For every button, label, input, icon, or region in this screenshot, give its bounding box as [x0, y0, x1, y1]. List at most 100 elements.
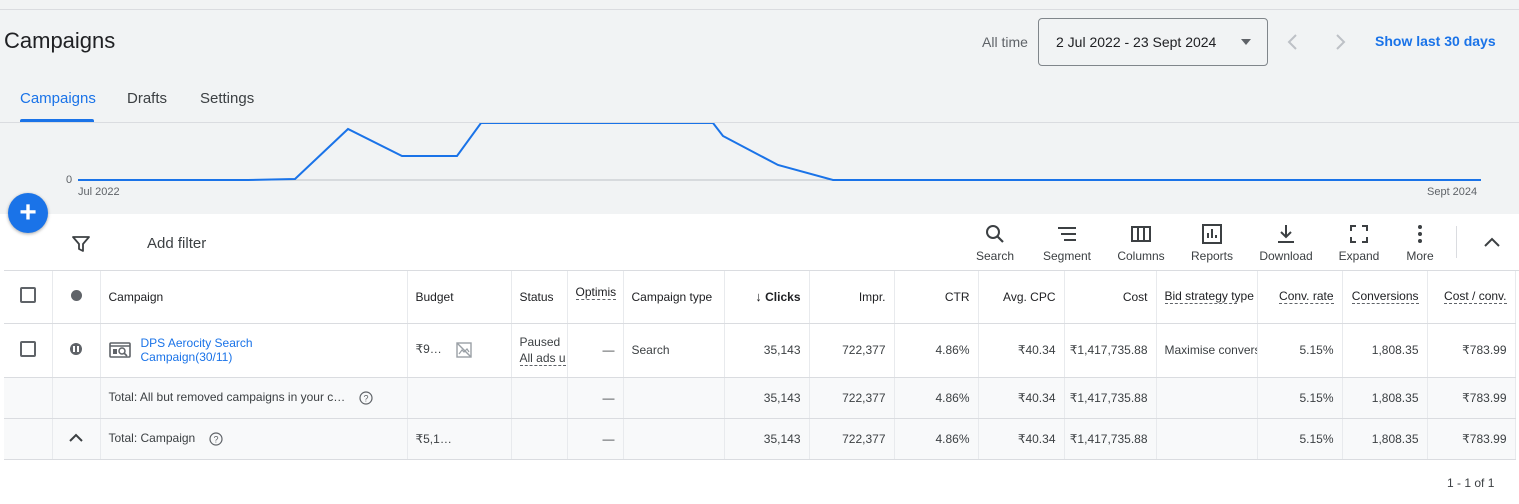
total-all-label-cell: Total: All but removed campaigns in your…	[100, 377, 408, 419]
download-tool-button[interactable]: Download	[1254, 222, 1318, 263]
empty-cell	[511, 377, 568, 419]
search-tool-button[interactable]: Search	[963, 222, 1027, 263]
segment-tool-button[interactable]: Segment	[1035, 222, 1099, 263]
total-all-row: Total: All but removed campaigns in your…	[4, 377, 1516, 419]
show-last-30-days-link[interactable]: Show last 30 days	[1375, 33, 1496, 49]
reports-tool-label: Reports	[1190, 249, 1234, 263]
more-vert-icon	[1418, 225, 1422, 243]
avg-cpc-cell: ₹40.34	[978, 323, 1065, 378]
select-all-checkbox[interactable]	[19, 287, 36, 304]
help-icon[interactable]: ?	[359, 391, 373, 405]
column-header-conv-rate[interactable]: Conv. rate	[1257, 271, 1343, 324]
reports-tool-button[interactable]: Reports	[1180, 222, 1244, 263]
column-header-cost[interactable]: Cost	[1064, 271, 1157, 324]
more-tool-button[interactable]: More	[1388, 222, 1452, 263]
help-icon[interactable]: ?	[208, 432, 223, 446]
ctr-cell: 4.86%	[894, 323, 979, 378]
column-header-avg-cpc[interactable]: Avg. CPC	[978, 271, 1065, 324]
previous-period-button[interactable]	[1283, 30, 1303, 54]
chevron-left-icon	[1287, 34, 1297, 50]
column-header-clicks[interactable]: ↓ Clicks	[724, 271, 810, 324]
status-cell[interactable]: Paused All ads u	[511, 323, 568, 378]
conversions-header-label: Conversions	[1351, 289, 1419, 305]
search-icon	[986, 225, 1004, 243]
table-header-row: Campaign Budget Status Optimis Campaign …	[4, 271, 1516, 324]
total-campaign-row: Total: Campaign ? ₹5,1… — 35,143 722,377…	[4, 418, 1516, 460]
status-paused-label: Paused	[519, 335, 561, 349]
performance-chart: 0 Jul 2022 Sept 2024	[0, 123, 1519, 214]
conv-rate-header-label: Conv. rate	[1279, 289, 1334, 305]
campaign-name-link[interactable]: DPS Aerocity Search Campaign(30/11)	[141, 336, 281, 364]
column-header-optimisation[interactable]: Optimis	[567, 271, 624, 324]
total-all-optimisation: —	[567, 377, 624, 419]
expand-tool-label: Expand	[1338, 249, 1380, 263]
expand-tool-button[interactable]: Expand	[1327, 222, 1391, 263]
total-all-clicks: 35,143	[724, 377, 810, 419]
impr-cell: 722,377	[809, 323, 895, 378]
column-header-budget[interactable]: Budget	[407, 271, 512, 324]
pagination-info: 1 - 1 of 1	[1447, 476, 1495, 490]
conv-rate-cell: 5.15%	[1257, 323, 1343, 378]
more-tool-label: More	[1406, 249, 1434, 263]
total-campaign-ctr: 4.86%	[894, 418, 979, 460]
tab-campaigns[interactable]: Campaigns	[20, 90, 96, 107]
top-divider	[0, 9, 1519, 10]
total-campaign-impr: 722,377	[809, 418, 895, 460]
empty-cell	[4, 377, 53, 419]
svg-text:?: ?	[363, 393, 368, 403]
tab-settings[interactable]: Settings	[200, 90, 254, 107]
column-header-conversions[interactable]: Conversions	[1342, 271, 1428, 324]
chart-svg	[78, 123, 1481, 181]
status-filter-icon[interactable]	[70, 289, 82, 301]
empty-cell	[1156, 418, 1258, 460]
total-campaign-conversions: 1,808.35	[1342, 418, 1428, 460]
collapse-chart-button[interactable]	[1482, 234, 1502, 255]
column-header-impr[interactable]: Impr.	[809, 271, 895, 324]
row-select-cell	[4, 323, 53, 378]
download-tool-label: Download	[1259, 249, 1313, 263]
empty-cell	[623, 418, 725, 460]
filter-icon[interactable]	[72, 235, 90, 258]
column-header-status[interactable]: Status	[511, 271, 568, 324]
reports-icon	[1202, 224, 1222, 244]
optimisation-header-label: Optimis	[575, 285, 617, 300]
expand-icon	[1350, 225, 1368, 243]
chevron-up-icon[interactable]	[67, 431, 85, 443]
total-all-avg-cpc: ₹40.34	[978, 377, 1065, 419]
empty-cell	[511, 418, 568, 460]
paused-status-icon[interactable]	[70, 342, 82, 355]
column-header-cost-per-conv[interactable]: Cost / conv.	[1427, 271, 1516, 324]
column-header-campaign-type[interactable]: Campaign type	[623, 271, 725, 324]
total-campaign-clicks: 35,143	[724, 418, 810, 460]
total-campaign-cost-per-conv: ₹783.99	[1427, 418, 1516, 460]
empty-cell	[407, 377, 512, 419]
empty-cell	[1156, 377, 1258, 419]
row-status-cell	[52, 323, 101, 378]
add-filter-button[interactable]: Add filter	[147, 235, 206, 252]
y-axis-tick-zero: 0	[66, 174, 73, 186]
column-header-campaign[interactable]: Campaign	[100, 271, 408, 324]
budget-cell: ₹9…	[407, 323, 512, 378]
column-header-bid-strategy[interactable]: Bid strategy type	[1156, 271, 1258, 324]
next-period-button[interactable]	[1330, 30, 1350, 54]
date-range-picker[interactable]: 2 Jul 2022 - 23 Sept 2024	[1038, 18, 1268, 66]
campaign-name-cell: DPS Aerocity Search Campaign(30/11)	[100, 323, 408, 378]
budget-limited-icon[interactable]	[455, 341, 473, 359]
cost-per-conv-cell: ₹783.99	[1427, 323, 1516, 378]
create-campaign-button[interactable]: +	[8, 193, 48, 233]
columns-tool-label: Columns	[1117, 249, 1165, 263]
svg-text:?: ?	[213, 434, 218, 444]
total-campaign-label: Total: Campaign	[108, 431, 196, 446]
search-tool-label: Search	[975, 249, 1015, 263]
empty-cell	[52, 377, 101, 419]
row-checkbox[interactable]	[19, 340, 36, 357]
total-campaign-cost: ₹1,417,735.88	[1064, 418, 1157, 460]
bid-strategy-cell[interactable]: Maximise conversions (Target CPA)	[1156, 323, 1258, 378]
dropdown-caret-icon	[1241, 39, 1251, 45]
bid-strategy-header-label: Bid strategy type	[1164, 289, 1254, 305]
columns-tool-button[interactable]: Columns	[1109, 222, 1173, 263]
tab-drafts[interactable]: Drafts	[127, 90, 167, 107]
column-header-ctr[interactable]: CTR	[894, 271, 979, 324]
total-all-ctr: 4.86%	[894, 377, 979, 419]
page-title: Campaigns	[4, 28, 116, 53]
